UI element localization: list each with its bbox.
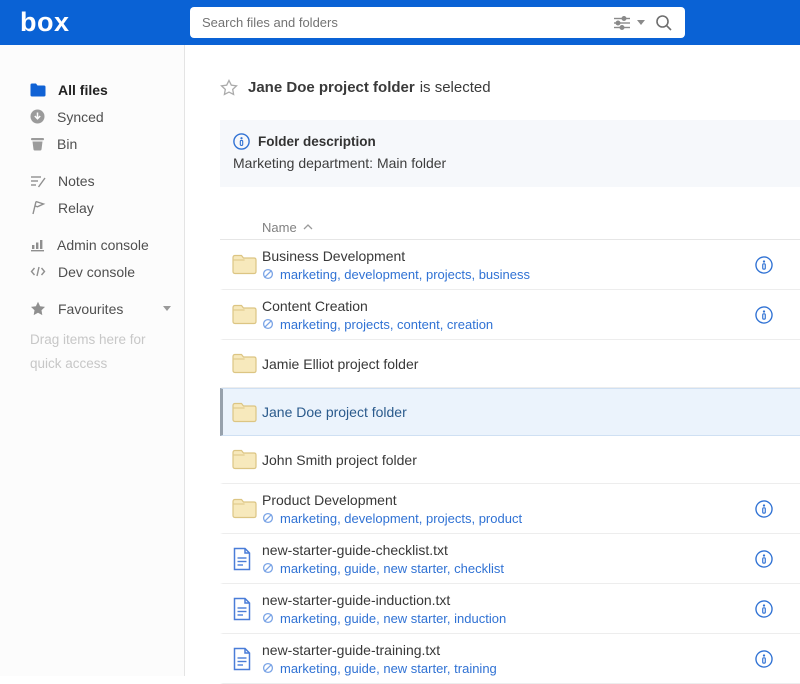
item-name[interactable]: Product Development xyxy=(262,492,755,508)
item-tags: marketing, guide, new starter, training xyxy=(262,661,755,676)
table-row[interactable]: Jamie Elliot project folder xyxy=(220,340,800,388)
tag-icon xyxy=(262,268,274,280)
table-row[interactable]: Jane Doe project folder xyxy=(220,388,800,436)
search-input[interactable] xyxy=(190,15,613,30)
sidebar-item-label: All files xyxy=(58,81,108,98)
sidebar-item-favourites[interactable]: Favourites xyxy=(0,295,184,322)
tag-icon xyxy=(262,512,274,524)
file-list: Business Development marketing, developm… xyxy=(220,240,800,684)
info-button[interactable] xyxy=(755,549,773,568)
selected-item-name: Jane Doe project folder xyxy=(248,78,415,96)
item-name[interactable]: John Smith project folder xyxy=(262,452,800,468)
search-icon[interactable] xyxy=(655,14,673,32)
info-button[interactable] xyxy=(755,649,773,668)
relay-flag-icon xyxy=(30,200,46,215)
code-icon xyxy=(30,265,46,278)
item-tags: marketing, guide, new starter, checklist xyxy=(262,561,755,576)
star-outline-icon[interactable] xyxy=(220,78,238,96)
info-button[interactable] xyxy=(755,499,773,518)
favourites-drag-hint: Drag items here for quick access xyxy=(30,332,146,371)
info-button[interactable] xyxy=(755,255,773,274)
main-panel: Jane Doe project folder is selected Fold… xyxy=(186,45,800,684)
tag-icon xyxy=(262,662,274,674)
folder-description-panel: Folder description Marketing department:… xyxy=(220,120,800,187)
item-tags: marketing, guide, new starter, induction xyxy=(262,611,755,626)
sidebar-item-label: Relay xyxy=(58,199,94,216)
name-column-header[interactable]: Name xyxy=(220,215,800,240)
item-tags: marketing, development, projects, busine… xyxy=(262,267,755,282)
item-name[interactable]: Jamie Elliot project folder xyxy=(262,356,800,372)
folder-icon xyxy=(232,304,257,325)
star-icon xyxy=(30,301,46,316)
tag-list[interactable]: marketing, guide, new starter, induction xyxy=(280,611,506,626)
tag-list[interactable]: marketing, guide, new starter, checklist xyxy=(280,561,504,576)
item-name[interactable]: Content Creation xyxy=(262,298,755,314)
table-row[interactable]: Product Development marketing, developme… xyxy=(220,484,800,534)
table-row[interactable]: John Smith project folder xyxy=(220,436,800,484)
selection-status-text: is selected xyxy=(419,78,491,96)
text-file-icon xyxy=(232,647,252,671)
text-file-icon xyxy=(232,597,252,621)
item-name[interactable]: new-starter-guide-training.txt xyxy=(262,642,755,658)
sidebar-item-label: Admin console xyxy=(57,236,149,253)
sidebar-item-bin[interactable]: Bin xyxy=(0,130,184,157)
sort-ascending-icon xyxy=(303,224,313,230)
tag-icon xyxy=(262,562,274,574)
sidebar-item-label: Synced xyxy=(57,108,104,125)
name-column-label: Name xyxy=(262,219,297,235)
folder-icon xyxy=(232,449,257,470)
sidebar-item-label: Dev console xyxy=(58,263,136,280)
folder-icon xyxy=(30,83,46,97)
sidebar-item-label: Notes xyxy=(58,172,95,189)
text-file-icon xyxy=(232,547,252,571)
item-tags: marketing, projects, content, creation xyxy=(262,317,755,332)
table-row[interactable]: Content Creation marketing, projects, co… xyxy=(220,290,800,340)
sidebar-item-synced[interactable]: Synced xyxy=(0,103,184,130)
description-title: Folder description xyxy=(258,134,376,149)
tag-list[interactable]: marketing, projects, content, creation xyxy=(280,317,493,332)
folder-icon xyxy=(232,498,257,519)
search-filter-caret-icon[interactable] xyxy=(637,20,645,25)
table-row[interactable]: new-starter-guide-induction.txt marketin… xyxy=(220,584,800,634)
table-row[interactable]: new-starter-guide-checklist.txt marketin… xyxy=(220,534,800,584)
search-filter-icon[interactable] xyxy=(613,15,631,30)
folder-icon xyxy=(232,254,257,275)
info-icon xyxy=(233,133,250,150)
item-name[interactable]: new-starter-guide-induction.txt xyxy=(262,592,755,608)
sidebar-item-notes[interactable]: Notes xyxy=(0,167,184,194)
favourites-caret-icon[interactable] xyxy=(163,306,171,311)
info-button[interactable] xyxy=(755,599,773,618)
trash-icon xyxy=(30,136,45,151)
selection-header: Jane Doe project folder is selected xyxy=(220,75,800,99)
item-name[interactable]: Business Development xyxy=(262,248,755,264)
top-navigation-bar: box xyxy=(0,0,800,45)
sync-icon xyxy=(30,109,45,124)
tag-list[interactable]: marketing, guide, new starter, training xyxy=(280,661,497,676)
sidebar-item-admin-console[interactable]: Admin console xyxy=(0,231,184,258)
sidebar-item-label: Bin xyxy=(57,135,78,152)
bar-chart-icon xyxy=(30,237,45,252)
item-name[interactable]: Jane Doe project folder xyxy=(262,404,800,420)
item-tags: marketing, development, projects, produc… xyxy=(262,511,755,526)
table-row[interactable]: Business Development marketing, developm… xyxy=(220,240,800,290)
description-text: Marketing department: Main folder xyxy=(233,155,447,171)
info-button[interactable] xyxy=(755,305,773,324)
tag-list[interactable]: marketing, development, projects, busine… xyxy=(280,267,530,282)
notes-icon xyxy=(30,174,46,188)
tag-icon xyxy=(262,612,274,624)
search-bar[interactable] xyxy=(190,7,685,38)
sidebar-item-relay[interactable]: Relay xyxy=(0,194,184,221)
sidebar-item-label: Favourites xyxy=(58,300,124,317)
folder-icon xyxy=(232,402,257,423)
item-name[interactable]: new-starter-guide-checklist.txt xyxy=(262,542,755,558)
tag-list[interactable]: marketing, development, projects, produc… xyxy=(280,511,522,526)
table-row[interactable]: new-starter-guide-training.txt marketing… xyxy=(220,634,800,684)
box-logo[interactable]: box xyxy=(20,9,70,36)
sidebar-item-dev-console[interactable]: Dev console xyxy=(0,258,184,285)
tag-icon xyxy=(262,318,274,330)
sidebar: All files Synced Bin Notes Relay Admin c… xyxy=(0,45,185,676)
sidebar-item-all-files[interactable]: All files xyxy=(0,76,184,103)
folder-icon xyxy=(232,353,257,374)
